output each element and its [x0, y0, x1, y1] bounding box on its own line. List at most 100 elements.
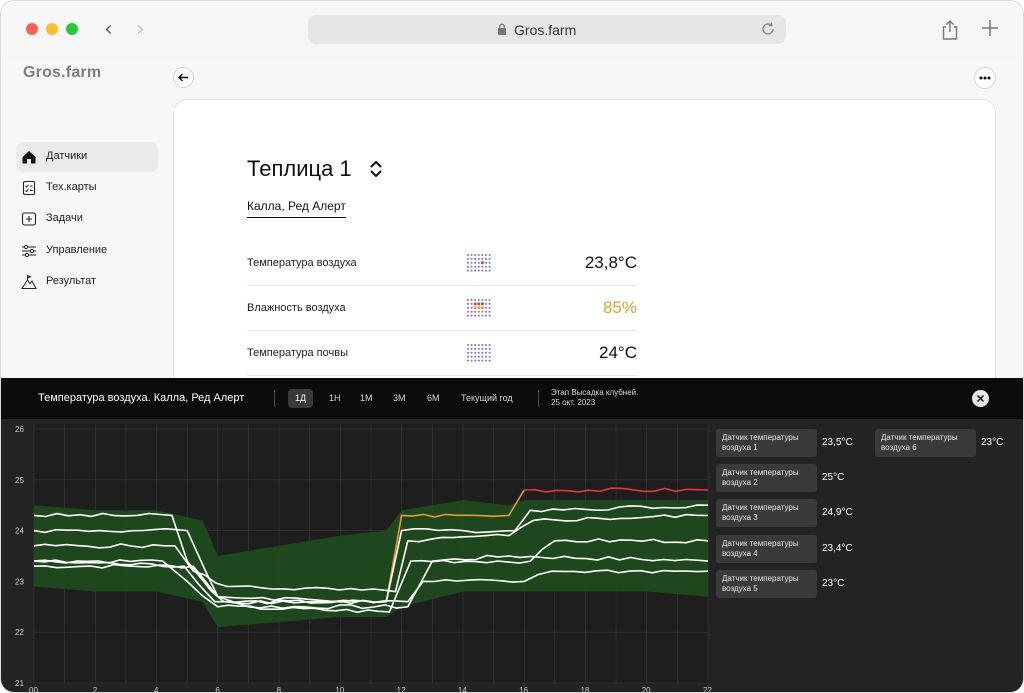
sidebar-item-sensors[interactable]: Датчики [16, 142, 158, 172]
sensor-dot [477, 302, 481, 306]
legend-item[interactable]: Датчик температуры воздуха 4 [716, 535, 817, 563]
sensor-dot [480, 302, 484, 306]
sidebar-item-label: Задачи [46, 212, 83, 224]
sensor-dot [477, 344, 480, 346]
sidebar-item-tech-cards[interactable]: Тех.карты [16, 173, 158, 203]
x-tick-label: 20 [642, 686, 651, 693]
sensor-name: Температура почвы [247, 347, 348, 359]
sensor-dot [477, 269, 480, 272]
sensor-dot [470, 261, 473, 264]
sensor-dot [485, 265, 487, 268]
browser-back-icon[interactable]: ‹ [104, 17, 113, 42]
sensor-dots-icon [467, 344, 491, 362]
sensor-dot [470, 257, 473, 260]
more-options-button[interactable] [974, 67, 996, 89]
sensor-dot [481, 257, 484, 260]
sensor-name: Температура воздуха [247, 257, 357, 269]
legend-item[interactable]: Датчик температуры воздуха 6 [875, 429, 976, 457]
sensor-value: 24°C [599, 343, 637, 362]
new-tab-icon[interactable] [981, 19, 999, 37]
y-tick-label: 25 [15, 476, 24, 485]
legend-value: 23°C [822, 578, 845, 589]
share-icon[interactable] [941, 19, 959, 41]
url-text: Gros.farm [514, 22, 577, 38]
sensor-dot [488, 257, 491, 260]
maximize-window-button[interactable] [66, 23, 78, 35]
sidebar-item-tasks[interactable]: Задачи [16, 204, 158, 234]
range-button-1m[interactable]: 1М [353, 389, 380, 408]
sensor-dot [488, 355, 491, 358]
address-bar[interactable]: Gros.farm [308, 15, 786, 44]
sensor-row[interactable]: Температура почвы 24°C [247, 331, 637, 376]
sensor-dot [474, 261, 477, 264]
minimize-window-button[interactable] [46, 23, 58, 35]
sensor-dot [485, 261, 487, 264]
temperature-chart[interactable]: 21222324252600 2 4 6 8 10 12 14 16 18 20 22 [1, 419, 713, 693]
sidebar-item-label: Управление [46, 244, 108, 256]
legend-item[interactable]: Датчик температуры воздуха 5 [716, 570, 817, 598]
sensor-dot [477, 351, 480, 354]
sensor-dot [474, 347, 477, 350]
app-logo[interactable]: Gros.farm [23, 64, 101, 82]
y-tick-label: 26 [15, 425, 24, 434]
legend-item[interactable]: Датчик температуры воздуха 1 [716, 429, 817, 457]
sensor-dot [485, 257, 487, 260]
y-tick-label: 24 [15, 527, 24, 536]
stage-date: 25 окт. 2023 [551, 398, 596, 407]
sensor-dot [467, 302, 469, 305]
range-button-1w[interactable]: 1Н [322, 389, 348, 408]
sensor-dot [474, 257, 477, 260]
sensor-dot [470, 355, 473, 358]
sensor-dot [470, 344, 473, 346]
divider [274, 390, 275, 407]
sensor-dot [477, 257, 480, 260]
back-button[interactable] [173, 67, 194, 88]
sensor-row[interactable]: Влажность воздуха 85% [247, 286, 637, 331]
sensor-dot [474, 265, 477, 268]
crop-tab[interactable]: Калла, Ред Алерт [247, 199, 346, 218]
range-button-6m[interactable]: 6М [420, 389, 447, 408]
legend-name: Датчик температуры воздуха 2 [722, 468, 799, 487]
legend-name: Датчик температуры воздуха 5 [722, 574, 799, 593]
browser-window: ‹ › Gros.farm Gros.farm Датчики Тех.карт… [0, 0, 1024, 693]
sensor-dot [485, 347, 487, 350]
chevron-updown-icon[interactable] [368, 158, 384, 180]
sensor-dot [474, 299, 477, 301]
close-window-button[interactable] [26, 23, 38, 35]
sensor-dot [470, 299, 473, 301]
sensor-dot [477, 355, 480, 358]
sensor-row[interactable]: Температура воздуха 23,8°C [247, 241, 637, 286]
sidebar-item-control[interactable]: Управление [16, 236, 158, 266]
sensor-dot [485, 351, 487, 354]
sensor-dot [488, 261, 491, 264]
sensor-dot [485, 310, 487, 313]
legend-item[interactable]: Датчик температуры воздуха 2 [716, 464, 817, 492]
home-icon [22, 151, 36, 164]
x-tick-label: 10 [335, 686, 344, 693]
sensor-dot [488, 302, 491, 305]
sensor-dot [488, 347, 491, 350]
sensor-dot [485, 344, 487, 346]
legend-name: Датчик температуры воздуха 6 [881, 433, 958, 452]
sensor-dot [485, 355, 487, 358]
stage-info: Этап Высадка клубней. 25 окт. 2023 [551, 388, 638, 408]
sensor-dot [474, 314, 477, 317]
sensor-dot [474, 310, 477, 313]
range-button-3m[interactable]: 3М [386, 389, 413, 408]
sensor-dot [467, 261, 469, 264]
range-button-year[interactable]: Текущий год [454, 389, 520, 408]
sensor-dot [470, 310, 473, 313]
x-tick-label: 16 [519, 686, 528, 693]
reload-icon[interactable] [760, 21, 776, 37]
y-tick-label: 22 [15, 628, 24, 637]
close-panel-button[interactable] [972, 390, 989, 407]
browser-forward-icon[interactable]: › [136, 17, 145, 42]
sensor-dot [488, 351, 491, 354]
range-button-1d[interactable]: 1Д [288, 389, 314, 408]
sensor-dot [473, 306, 477, 310]
legend-item[interactable]: Датчик температуры воздуха 3 [716, 499, 817, 527]
sensor-dot [485, 299, 487, 301]
sidebar-item-results[interactable]: Результат [16, 267, 158, 297]
sensor-dot [467, 359, 469, 362]
sensor-dot [488, 359, 491, 362]
